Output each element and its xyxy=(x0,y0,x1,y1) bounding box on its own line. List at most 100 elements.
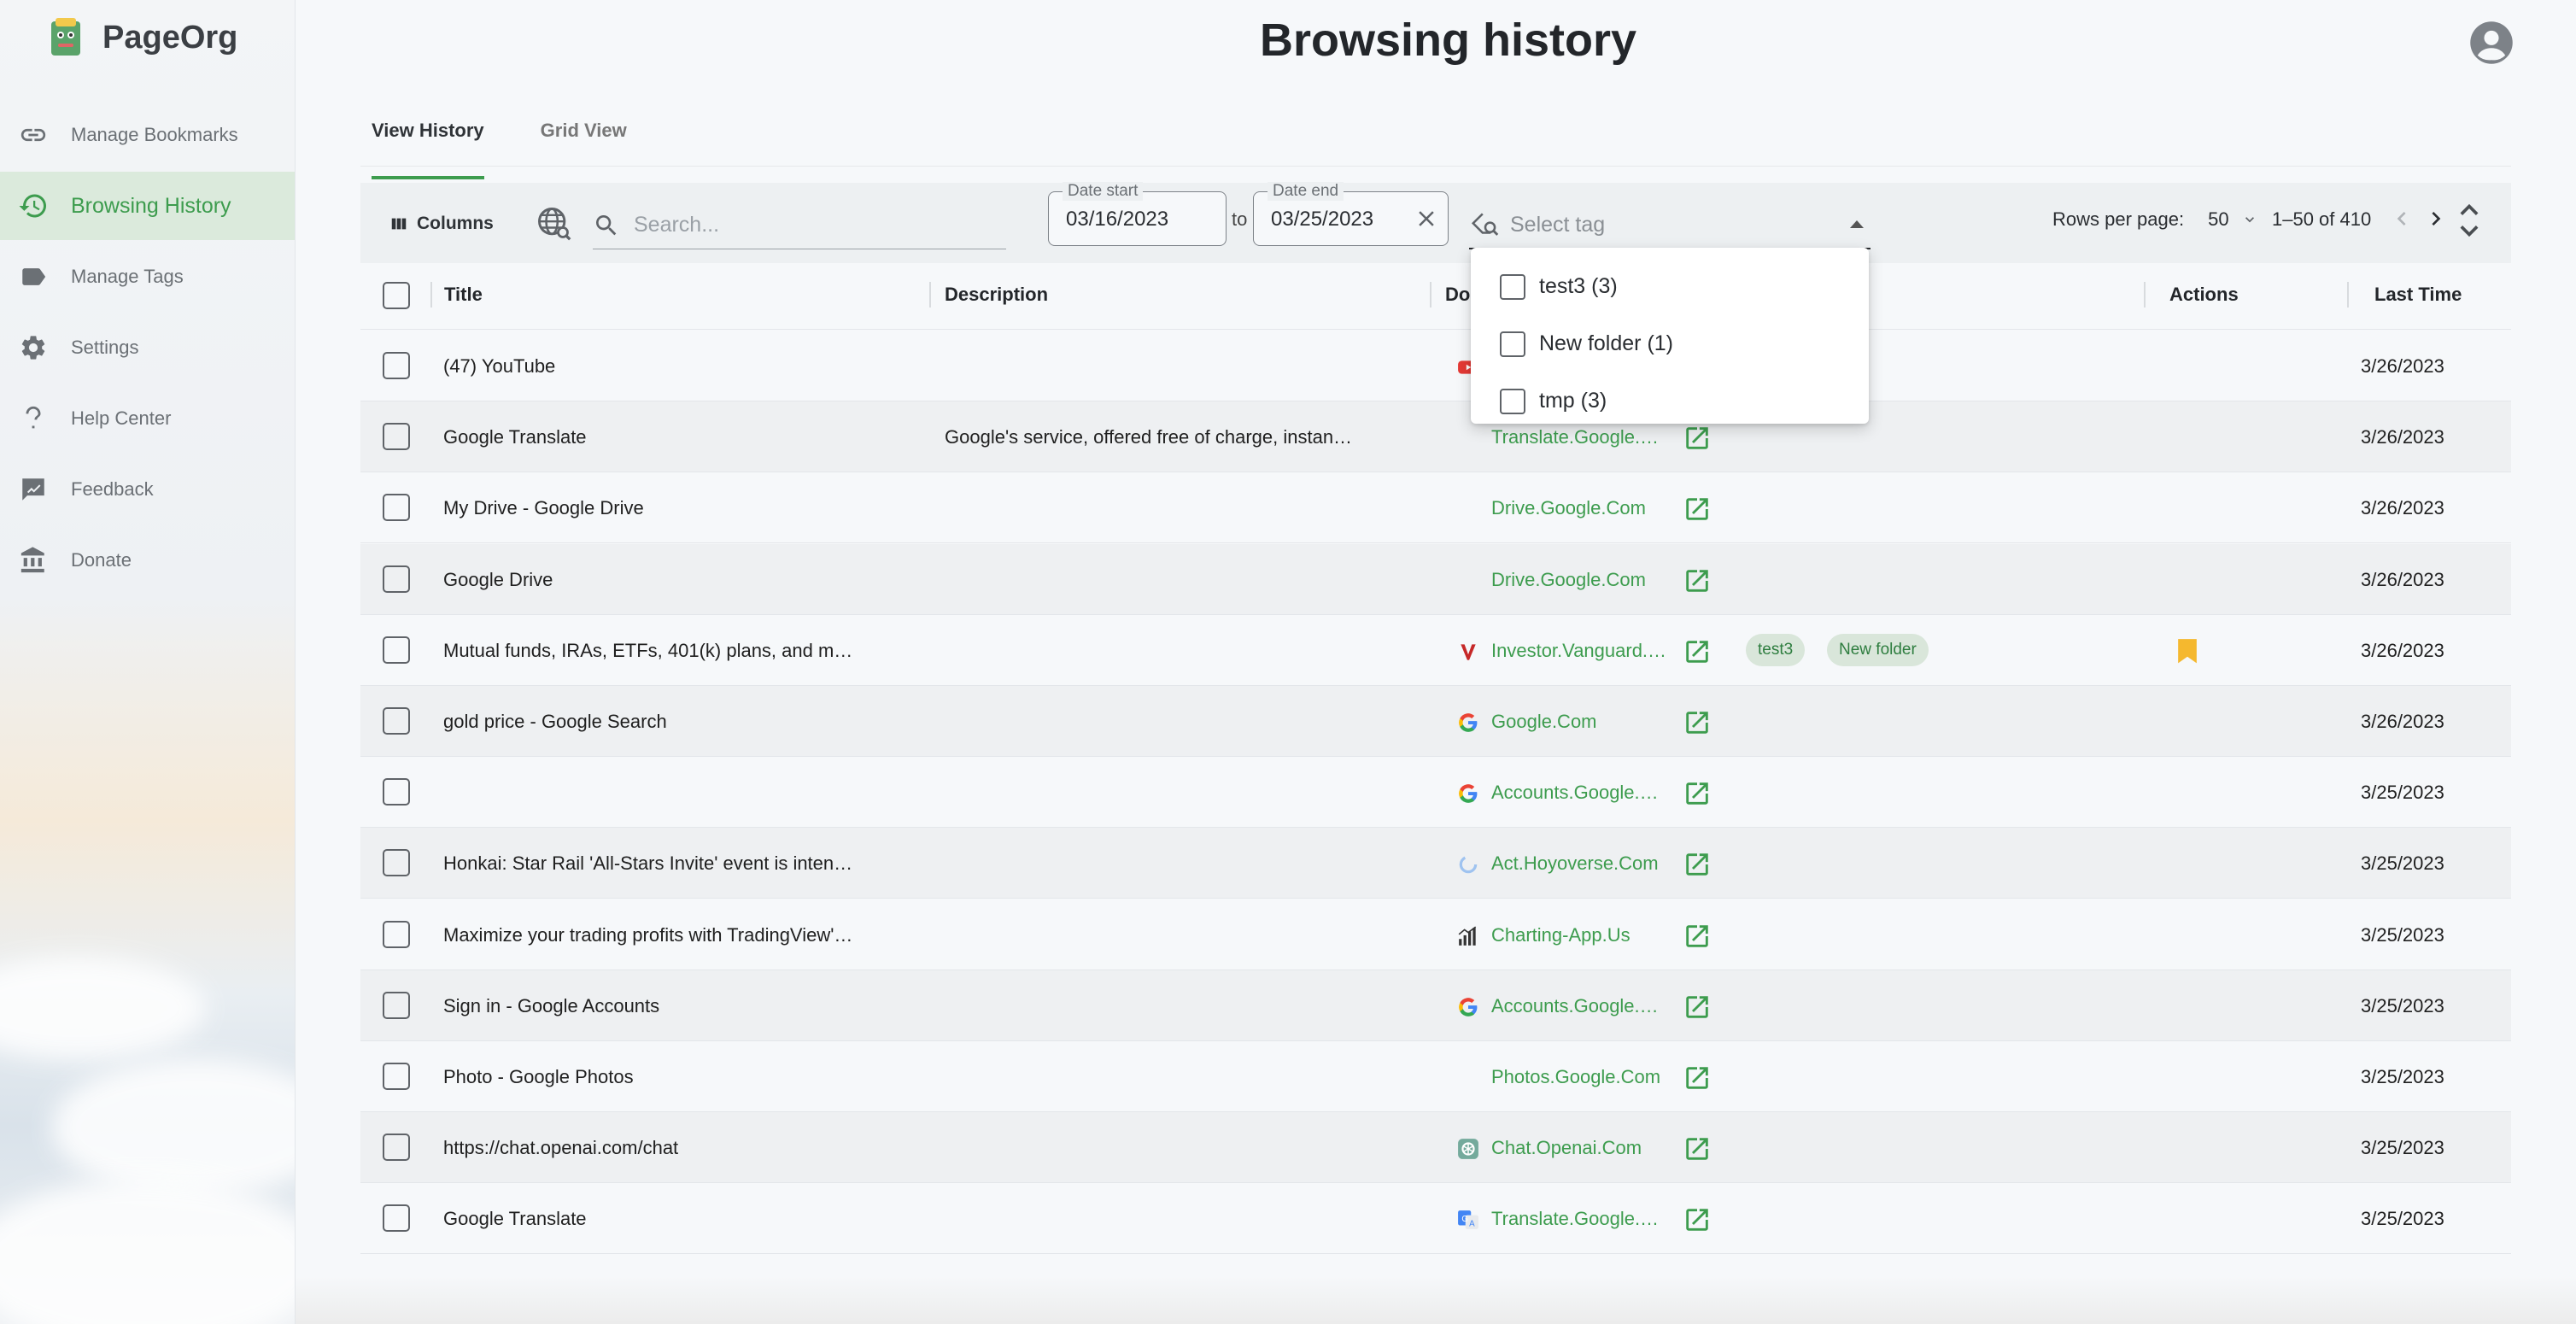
table-row[interactable]: https://chat.openai.com/chat Chat.Openai.… xyxy=(360,1112,2511,1184)
row-domain-link[interactable]: Photos.Google.Com xyxy=(1491,1066,1660,1088)
caret-up-icon[interactable] xyxy=(1850,220,1864,228)
row-title[interactable]: https://chat.openai.com/chat xyxy=(443,1137,922,1159)
tag-select-input[interactable] xyxy=(1510,212,1835,237)
row-title[interactable]: Mutual funds, IRAs, ETFs, 401(k) plans, … xyxy=(443,640,922,662)
tab-grid-view[interactable]: Grid View xyxy=(541,109,627,167)
open-in-new-icon[interactable] xyxy=(1683,850,1712,879)
sidebar-item-settings[interactable]: Settings xyxy=(0,313,295,382)
sidebar-item-browsing-history[interactable]: Browsing History xyxy=(0,172,295,240)
row-domain-link[interactable]: Chat.Openai.Com xyxy=(1491,1137,1642,1159)
table-row[interactable]: (47) YouTube 3/26/2023 xyxy=(360,331,2511,401)
row-domain-link[interactable]: Drive.Google.Com xyxy=(1491,497,1646,519)
sidebar-item-manage-bookmarks[interactable]: Manage Bookmarks xyxy=(0,101,295,169)
tag-chip[interactable]: New folder xyxy=(1827,633,1929,666)
row-checkbox[interactable] xyxy=(383,1063,410,1090)
row-title[interactable]: Sign in - Google Accounts xyxy=(443,995,922,1017)
open-in-new-icon[interactable] xyxy=(1683,566,1712,595)
row-title[interactable]: Honkai: Star Rail 'All-Stars Invite' eve… xyxy=(443,852,922,875)
row-checkbox[interactable] xyxy=(383,1134,410,1162)
open-in-new-icon[interactable] xyxy=(1683,993,1712,1022)
table-row[interactable]: gold price - Google Search Google.Com 3/26… xyxy=(360,686,2511,757)
column-header-domain[interactable]: Do xyxy=(1445,284,1470,306)
sidebar-item-manage-tags[interactable]: Manage Tags xyxy=(0,243,295,311)
clear-date-icon[interactable] xyxy=(1414,206,1439,231)
column-header-title[interactable]: Title xyxy=(444,284,483,306)
row-title[interactable]: gold price - Google Search xyxy=(443,711,922,733)
tag-option-checkbox[interactable] xyxy=(1500,331,1525,357)
open-in-new-icon[interactable] xyxy=(1683,1205,1712,1234)
account-avatar-icon[interactable] xyxy=(2468,20,2515,66)
globe-search-icon[interactable] xyxy=(535,204,572,242)
row-checkbox[interactable] xyxy=(383,778,410,806)
row-title[interactable]: Google Drive xyxy=(443,569,922,591)
row-domain-link[interactable]: Accounts.Google.… xyxy=(1491,995,1659,1017)
tag-option-checkbox[interactable] xyxy=(1500,388,1525,414)
open-in-new-icon[interactable] xyxy=(1683,1063,1712,1093)
tag-option-checkbox[interactable] xyxy=(1500,273,1525,300)
table-row[interactable]: Mutual funds, IRAs, ETFs, 401(k) plans, … xyxy=(360,615,2511,686)
row-domain-link[interactable]: Translate.Google.… xyxy=(1491,1208,1659,1230)
prev-page-icon[interactable] xyxy=(2388,205,2415,232)
row-title[interactable]: Photo - Google Photos xyxy=(443,1066,922,1088)
column-header-description[interactable]: Description xyxy=(945,284,1048,306)
date-end-field[interactable]: Date end 03/25/2023 xyxy=(1253,182,1449,246)
table-row[interactable]: Accounts.Google.… 3/25/2023 xyxy=(360,757,2511,829)
row-checkbox[interactable] xyxy=(383,849,410,877)
row-checkbox[interactable] xyxy=(383,636,410,664)
row-title[interactable]: My Drive - Google Drive xyxy=(443,497,922,519)
sidebar-item-donate[interactable]: Donate xyxy=(0,526,295,595)
row-title[interactable]: (47) YouTube xyxy=(443,355,922,378)
row-domain-link[interactable]: Translate.Google.… xyxy=(1491,426,1659,448)
row-checkbox[interactable] xyxy=(383,1204,410,1233)
table-row[interactable]: Sign in - Google Accounts Accounts.Google… xyxy=(360,970,2511,1041)
open-in-new-icon[interactable] xyxy=(1683,1134,1712,1163)
column-header-last-time[interactable]: Last Time xyxy=(2374,284,2462,306)
row-checkbox[interactable] xyxy=(383,494,410,522)
row-domain-link[interactable]: Investor.Vanguard.… xyxy=(1491,640,1666,662)
open-in-new-icon[interactable] xyxy=(1683,779,1712,808)
row-domain-link[interactable]: Charting-App.Us xyxy=(1491,924,1630,946)
row-title[interactable]: Google Translate xyxy=(443,426,922,448)
rows-per-page-select[interactable]: 50 xyxy=(2208,208,2257,231)
tag-chip[interactable]: test3 xyxy=(1746,633,1806,666)
open-in-new-icon[interactable] xyxy=(1683,495,1712,524)
table-row[interactable]: Honkai: Star Rail 'All-Stars Invite' eve… xyxy=(360,828,2511,899)
next-page-icon[interactable] xyxy=(2422,205,2450,232)
row-domain-link[interactable]: Accounts.Google.… xyxy=(1491,782,1659,804)
columns-button[interactable]: Columns xyxy=(389,207,494,241)
row-domain-link[interactable]: Google.Com xyxy=(1491,711,1597,733)
table-row[interactable]: Google Translate Google's service, offere… xyxy=(360,401,2511,473)
row-domain-link[interactable]: Act.Hoyoverse.Com xyxy=(1491,852,1659,875)
row-checkbox[interactable] xyxy=(383,423,410,451)
table-row[interactable]: Maximize your trading profits with Tradi… xyxy=(360,899,2511,970)
date-start-field[interactable]: Date start 03/16/2023 xyxy=(1048,182,1227,246)
table-row[interactable]: My Drive - Google Drive Drive.Google.Com 3… xyxy=(360,472,2511,544)
bookmark-icon[interactable] xyxy=(2176,637,2198,665)
column-header-actions[interactable]: Actions xyxy=(2169,284,2239,306)
tag-option[interactable]: test3 (3) xyxy=(1471,258,1869,315)
search-input[interactable] xyxy=(634,213,992,237)
row-domain-link[interactable]: Drive.Google.Com xyxy=(1491,569,1646,591)
tag-option[interactable]: New folder (1) xyxy=(1471,315,1869,372)
row-checkbox[interactable] xyxy=(383,565,410,593)
brand[interactable]: PageOrg xyxy=(44,12,237,63)
columns-label: Columns xyxy=(417,214,494,233)
row-checkbox[interactable] xyxy=(383,991,410,1019)
row-title[interactable]: Maximize your trading profits with Tradi… xyxy=(443,924,922,946)
row-title[interactable]: Google Translate xyxy=(443,1208,922,1230)
expand-collapse-icon[interactable] xyxy=(2456,202,2482,239)
tag-option[interactable]: tmp (3) xyxy=(1471,372,1869,430)
table-row[interactable]: Photo - Google Photos Photos.Google.Com 3/… xyxy=(360,1041,2511,1112)
row-checkbox[interactable] xyxy=(383,352,410,379)
sidebar-item-help-center[interactable]: Help Center xyxy=(0,384,295,453)
tab-view-history[interactable]: View History xyxy=(372,109,484,179)
open-in-new-icon[interactable] xyxy=(1683,708,1712,737)
open-in-new-icon[interactable] xyxy=(1683,637,1712,666)
row-checkbox[interactable] xyxy=(383,707,410,735)
row-checkbox[interactable] xyxy=(383,920,410,948)
table-row[interactable]: Google Translate G A Translate.Google.… 3/25… xyxy=(360,1183,2511,1255)
open-in-new-icon[interactable] xyxy=(1683,922,1712,951)
table-row[interactable]: Google Drive Drive.Google.Com 3/26/2023 xyxy=(360,543,2511,615)
select-all-checkbox[interactable] xyxy=(383,282,410,309)
sidebar-item-feedback[interactable]: Feedback xyxy=(0,455,295,524)
